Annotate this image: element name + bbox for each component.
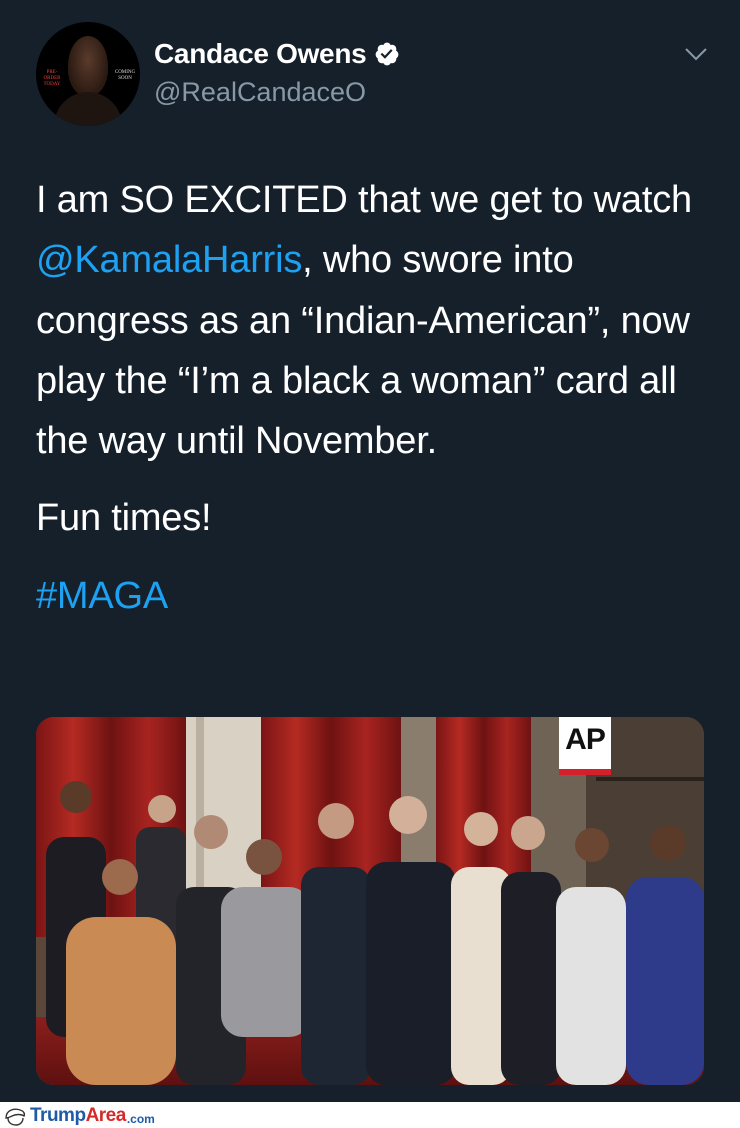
footer-brand: TrumpArea <box>30 1105 126 1127</box>
mention-link[interactable]: @KamalaHarris <box>36 239 302 281</box>
avatar-text-right: COMING SOON <box>114 70 136 81</box>
footer-domain: .com <box>126 1111 155 1126</box>
tweet-text: I am SO EXCITED that we get to watch @Ka… <box>36 170 716 626</box>
ap-badge: AP <box>565 723 606 756</box>
chevron-down-icon[interactable] <box>684 46 708 62</box>
avatar-text-left: PRE-ORDER TODAY <box>43 70 61 87</box>
author-handle[interactable]: @RealCandaceO <box>154 77 366 108</box>
trumparea-logo: TrumpArea .com <box>4 1105 155 1127</box>
tweet-paragraph-2: Fun times! <box>36 497 212 540</box>
footer-brand-accent: Area <box>85 1105 127 1126</box>
watermark-footer: TrumpArea .com <box>0 1102 740 1128</box>
tweet-media[interactable]: AP <box>36 717 704 1085</box>
tweet-text-pre: I am SO EXCITED that we get to watch <box>36 179 692 221</box>
avatar-face <box>68 36 108 96</box>
footer-brand-main: Trump <box>30 1105 86 1126</box>
avatar-body <box>54 92 122 126</box>
tweet-paragraph-3: #MAGA <box>36 566 716 626</box>
media-photo <box>36 717 704 1085</box>
avatar[interactable]: PRE-ORDER TODAY COMING SOON <box>36 22 140 126</box>
hashtag-link[interactable]: #MAGA <box>36 575 168 617</box>
author-name-row: Candace Owens <box>154 38 400 70</box>
author-name[interactable]: Candace Owens <box>154 38 367 70</box>
tweet-card: PRE-ORDER TODAY COMING SOON Candace Owen… <box>0 0 740 1102</box>
tweet-paragraph-1: I am SO EXCITED that we get to watch @Ka… <box>36 170 716 471</box>
trump-hair-icon <box>5 1108 26 1126</box>
verified-badge-icon <box>376 42 399 66</box>
